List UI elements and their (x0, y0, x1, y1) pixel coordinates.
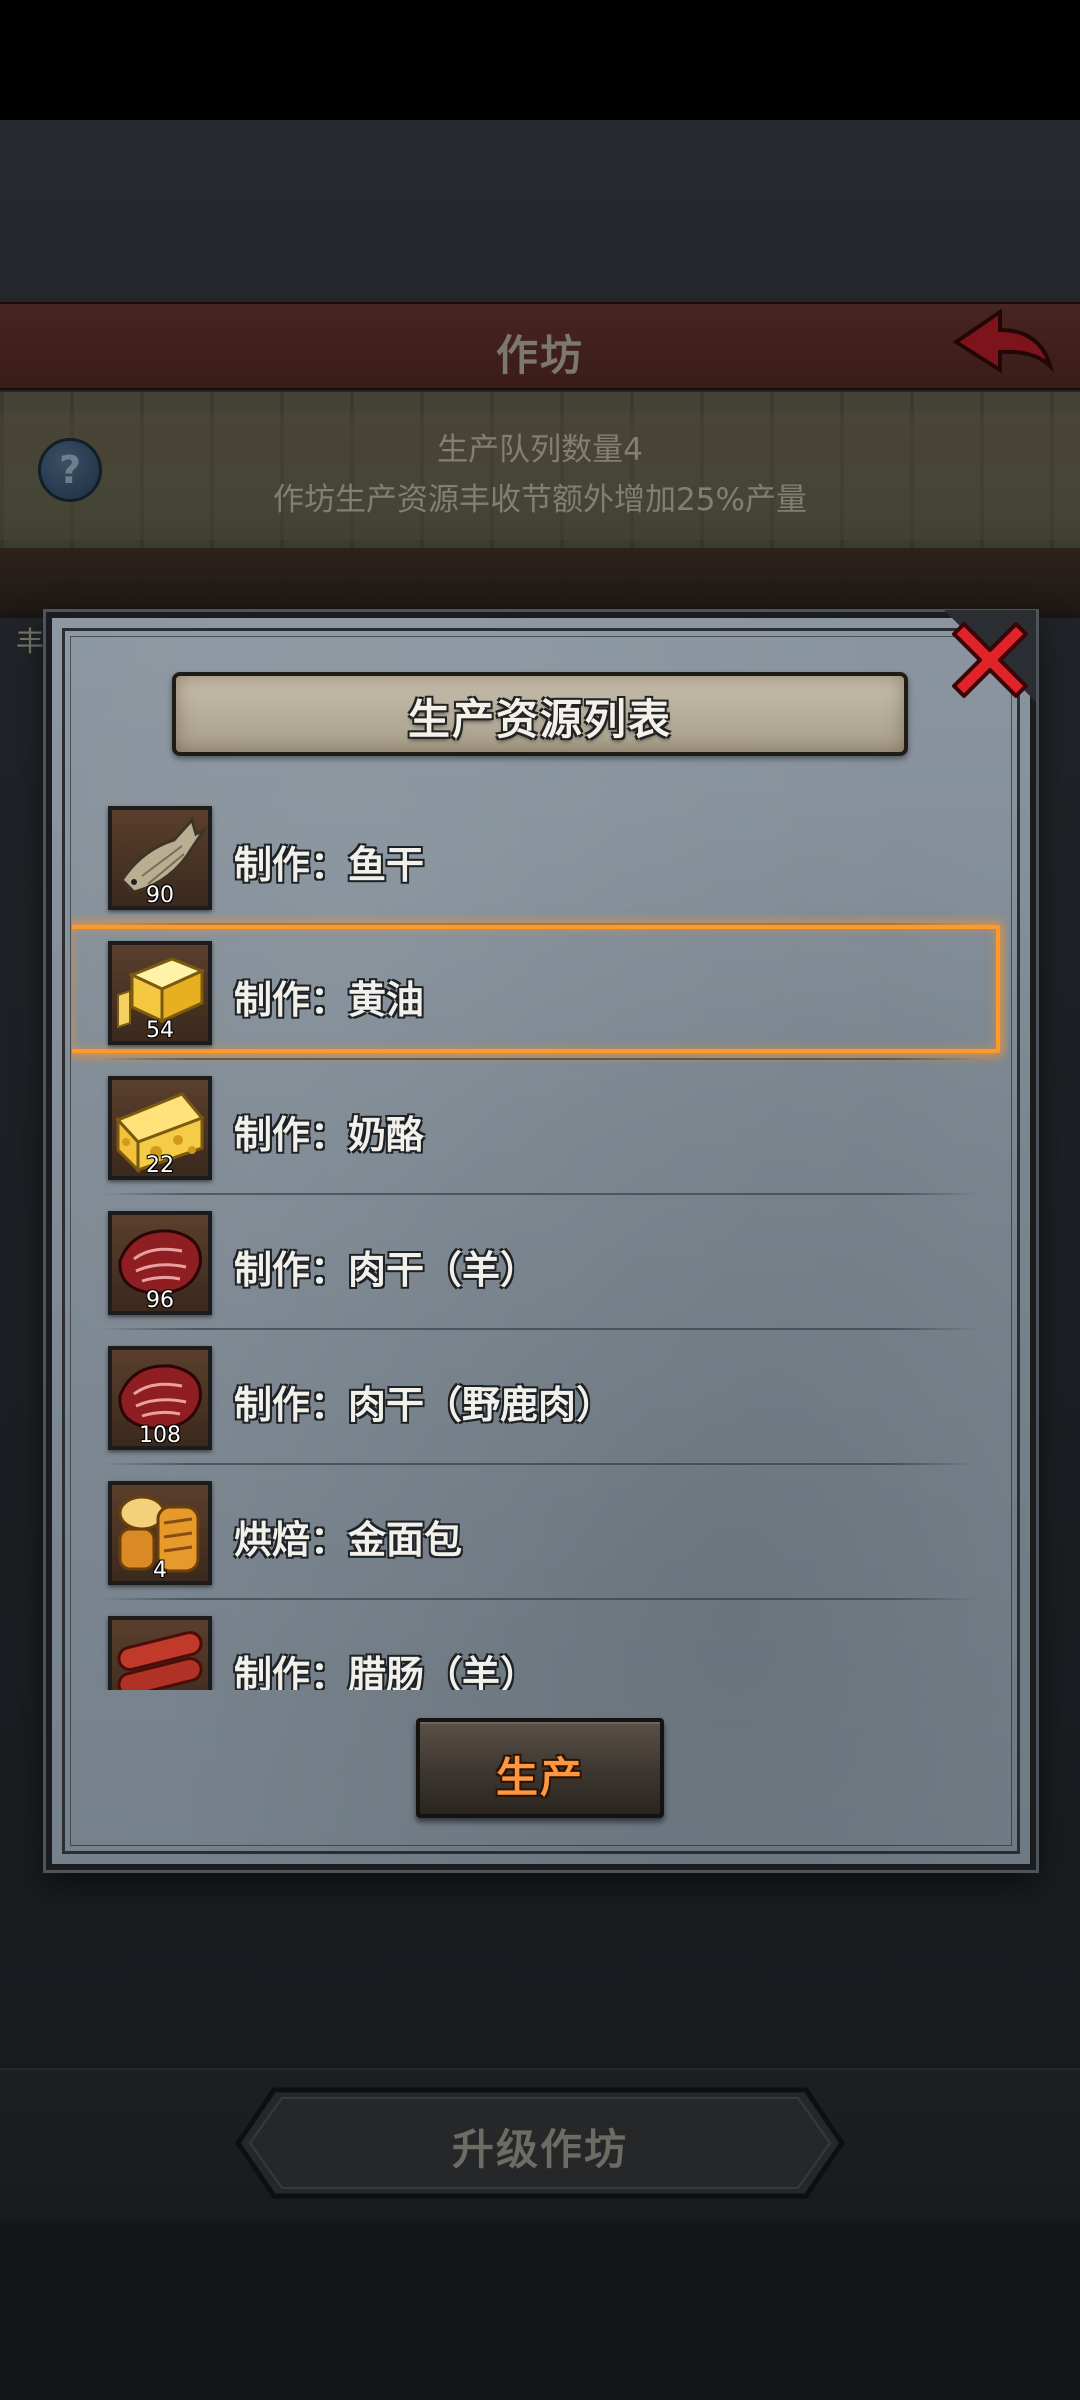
item-label: 制作：黄油 (234, 978, 425, 1022)
item-count: 4 (153, 1558, 167, 1583)
item-label: 制作：腊肠（羊） (234, 1653, 539, 1690)
item-count: 90 (146, 883, 174, 908)
item-label: 烘焙：金面包 (234, 1518, 463, 1562)
list-item[interactable]: 4 烘焙：金面包 (72, 1465, 1008, 1600)
modal-title: 生产资源列表 (407, 695, 672, 744)
status-bar (0, 0, 1080, 120)
list-item[interactable]: 90 制作：鱼干 (72, 790, 1008, 925)
item-label: 制作：奶酪 (234, 1113, 425, 1157)
cheese-icon: 22 (108, 1076, 212, 1180)
sausage-icon (108, 1616, 212, 1690)
item-count: 54 (146, 1018, 174, 1043)
item-count: 22 (146, 1153, 174, 1178)
list-item[interactable]: 96 制作：肉干（羊） (72, 1195, 1008, 1330)
produce-button-label: 生产 (495, 1753, 584, 1802)
item-label: 制作：肉干（羊） (234, 1248, 539, 1292)
list-item[interactable]: 108 制作：肉干（野鹿肉） (72, 1330, 1008, 1465)
butter-icon: 54 (108, 941, 212, 1045)
item-label: 制作：鱼干 (234, 843, 425, 887)
jerky-venison-icon: 108 (108, 1346, 212, 1450)
jerky-mutton-icon: 96 (108, 1211, 212, 1315)
item-count: 108 (139, 1423, 181, 1448)
close-icon[interactable] (944, 610, 1036, 702)
golden-bread-icon: 4 (108, 1481, 212, 1585)
list-item[interactable]: 制作：腊肠（羊） (72, 1600, 1008, 1690)
item-label: 制作：肉干（野鹿肉） (234, 1383, 615, 1427)
list-item[interactable]: 22 制作：奶酪 (72, 1060, 1008, 1195)
list-item-selected[interactable]: 54 制作：黄油 (72, 925, 1008, 1060)
dried-fish-icon: 90 (108, 806, 212, 910)
production-list[interactable]: 90 制作：鱼干 54 制作：黄油 22 制作：奶酪 96 制作：肉干（羊） 1… (72, 790, 1008, 1690)
item-count: 96 (146, 1288, 174, 1313)
